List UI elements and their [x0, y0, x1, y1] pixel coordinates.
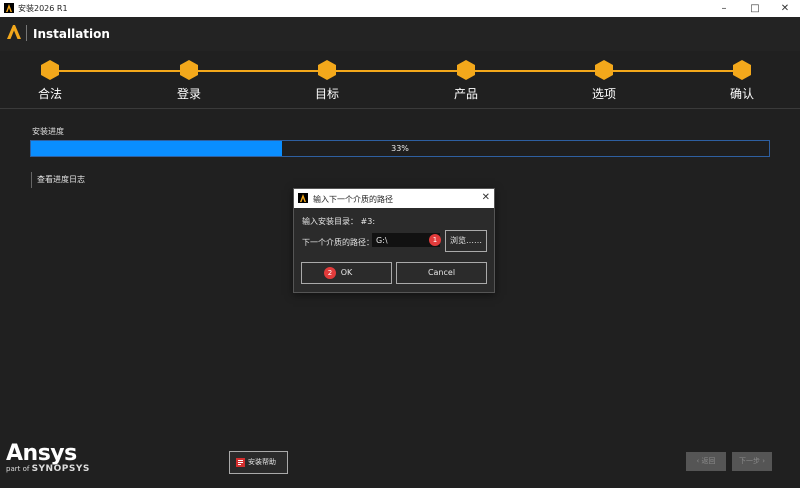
hexagon-icon: [180, 60, 198, 80]
hexagon-icon: [457, 60, 475, 80]
step-login: 登录: [159, 60, 219, 102]
back-label: 返回: [701, 457, 716, 465]
close-icon[interactable]: ✕: [770, 0, 800, 17]
pdf-help-icon: [236, 458, 245, 467]
minimize-icon[interactable]: –: [709, 0, 739, 17]
ok-label: OK: [340, 268, 353, 277]
ok-button[interactable]: 2 OK: [301, 262, 392, 284]
step-label: 产品: [453, 87, 478, 101]
step-product: 产品: [436, 60, 496, 102]
step-badge-2: 2: [324, 267, 336, 279]
install-progress-bar: 33%: [30, 140, 770, 157]
hexagon-icon: [41, 60, 59, 80]
chevron-left-icon: ‹: [696, 457, 700, 465]
next-label: 下一步: [738, 457, 760, 465]
step-target: 目标: [297, 60, 357, 102]
back-button[interactable]: ‹ 返回: [686, 452, 726, 471]
step-label: 登录: [176, 87, 201, 101]
help-label: 安装帮助: [248, 458, 276, 466]
step-label: 目标: [314, 87, 339, 101]
browse-button[interactable]: 浏览……: [445, 230, 487, 252]
ansys-logo-icon: [298, 193, 308, 203]
step-badge-1: 1: [429, 234, 441, 246]
step-label: 合法: [37, 87, 62, 101]
install-stepper: 合法 登录 目标 产品 选项 确认: [0, 51, 800, 107]
app-header: Installation: [0, 17, 800, 51]
ansys-logo-icon: [4, 3, 14, 13]
ansys-brand-logo: Ansys part of SYNOPSYS: [6, 441, 90, 474]
hexagon-icon: [595, 60, 613, 80]
header-divider: [26, 25, 27, 41]
window-title: 安装2026 R1: [18, 4, 68, 13]
cancel-button[interactable]: Cancel: [396, 262, 487, 284]
page-title: Installation: [33, 27, 110, 41]
brand-subtitle: part of SYNOPSYS: [6, 464, 90, 474]
next-button[interactable]: 下一步 ›: [732, 452, 772, 471]
progress-percent: 33%: [391, 144, 409, 153]
parent-brand: SYNOPSYS: [31, 464, 90, 474]
next-media-dialog: 输入下一个介质的路径 ✕ 输入安装目录： #3: 下一个介质的路径： 1 浏览……: [293, 188, 495, 293]
dialog-titlebar: 输入下一个介质的路径 ✕: [294, 189, 494, 208]
part-of-text: part of: [6, 465, 30, 473]
header-divider-line: [0, 108, 800, 109]
hexagon-icon: [733, 60, 751, 80]
step-confirm: 确认: [712, 60, 772, 102]
hexagon-icon: [318, 60, 336, 80]
brand-name: Ansys: [6, 441, 77, 466]
media-path-label: 下一个介质的路径：: [302, 238, 374, 247]
view-log-link[interactable]: 查看进度日志: [31, 172, 85, 188]
chevron-right-icon: ›: [762, 457, 766, 465]
step-label: 选项: [591, 87, 616, 101]
close-icon[interactable]: ✕: [482, 192, 490, 203]
ansys-logo-icon: [7, 25, 21, 39]
install-help-button[interactable]: 安装帮助: [229, 451, 288, 474]
stepper-line: [50, 70, 742, 72]
window-titlebar: 安装2026 R1 – □ ✕: [0, 0, 800, 17]
progress-label: 安装进度: [32, 127, 64, 136]
dialog-title: 输入下一个介质的路径: [313, 195, 393, 204]
step-options: 选项: [574, 60, 634, 102]
maximize-icon[interactable]: □: [740, 0, 770, 17]
step-label: 确认: [729, 87, 754, 101]
step-legal: 合法: [20, 60, 80, 102]
install-dir-label: 输入安装目录： #3:: [302, 217, 376, 226]
